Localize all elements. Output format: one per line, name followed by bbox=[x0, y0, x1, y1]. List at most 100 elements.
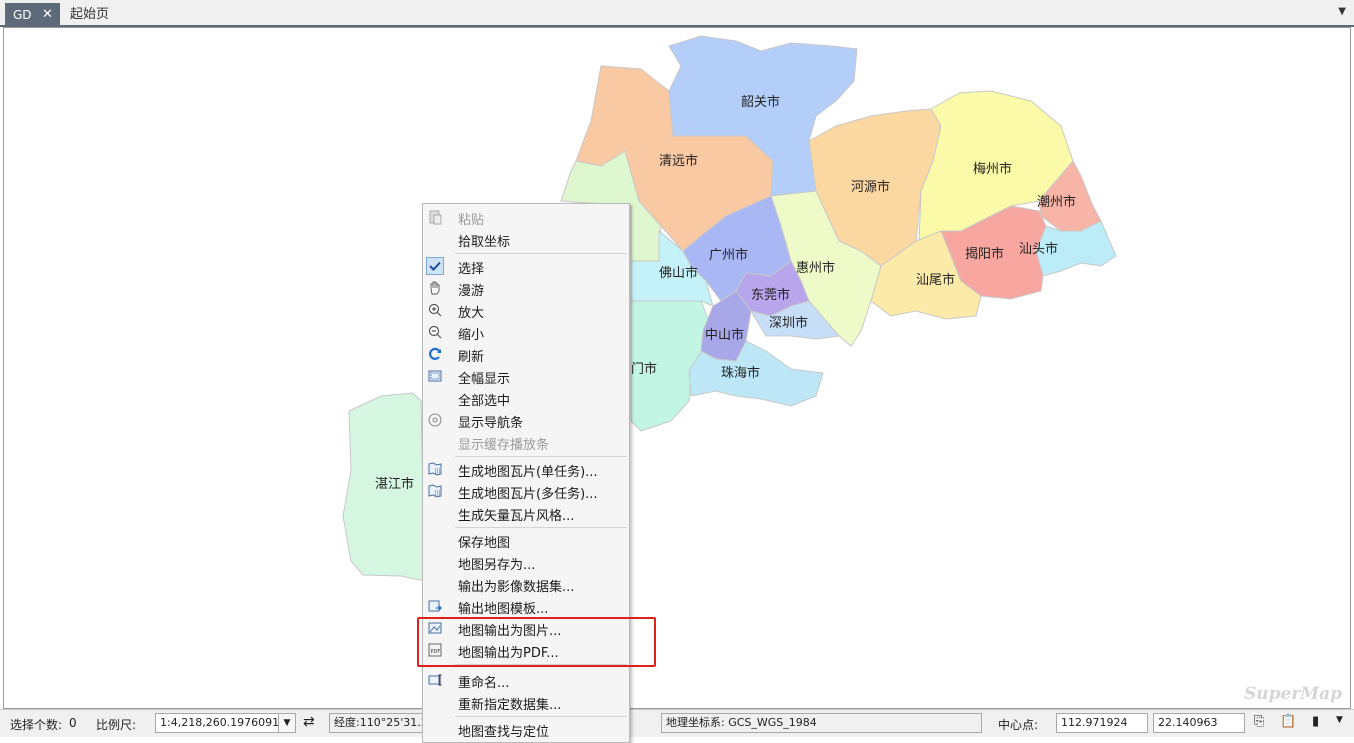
menu-item-vector-tile-style[interactable]: 生成矢量瓦片风格... bbox=[423, 502, 629, 524]
status-bar: 选择个数: 0 比例尺: 1:4,218,260.19760915 ▼ ⇄ 经度… bbox=[0, 709, 1354, 737]
menu-item-full-extent[interactable]: 全幅显示 bbox=[423, 365, 629, 387]
menu-item-export-image-dataset[interactable]: 输出为影像数据集... bbox=[423, 573, 629, 595]
menu-item-show-navigation[interactable]: 显示导航条 bbox=[423, 409, 629, 431]
city-label: 河源市 bbox=[851, 179, 890, 195]
city-label: 深圳市 bbox=[769, 315, 808, 331]
menu-item-label: 保存地图 bbox=[458, 536, 511, 551]
lock-icon[interactable]: ▮ bbox=[1312, 714, 1319, 729]
city-label: 东莞市 bbox=[751, 287, 790, 303]
tab-list-dropdown-icon[interactable]: ▼ bbox=[1338, 6, 1346, 17]
selected-count-label: 选择个数: bbox=[10, 718, 63, 732]
refresh-icon bbox=[428, 347, 442, 360]
city-label: 梅州市 bbox=[973, 161, 1012, 177]
menu-item-label: 缩小 bbox=[458, 328, 485, 343]
menu-item-label: 拾取坐标 bbox=[458, 235, 511, 250]
menu-item-label: 漫游 bbox=[458, 284, 485, 299]
menu-item-label: 放大 bbox=[458, 306, 485, 321]
tab-start-page[interactable]: 起始页 bbox=[70, 3, 109, 27]
menu-item-label: 输出地图模板... bbox=[458, 602, 549, 617]
menu-item-label: 重新指定数据集... bbox=[458, 698, 562, 713]
city-label: 珠海市 bbox=[721, 365, 760, 381]
menu-item-show-cache-player[interactable]: 显示缓存播放条 bbox=[423, 431, 629, 453]
menu-item-zoom-out[interactable]: 缩小 bbox=[423, 321, 629, 343]
menu-item-rename[interactable]: 重命名... bbox=[423, 669, 629, 691]
zoom-in-icon bbox=[428, 303, 442, 317]
menu-item-generate-tiles-single[interactable]: 生成地图瓦片(单任务)... bbox=[423, 458, 629, 480]
city-label: 清远市 bbox=[659, 153, 698, 169]
menu-separator bbox=[455, 527, 627, 528]
scale-label: 比例尺: bbox=[96, 718, 137, 732]
menu-separator bbox=[455, 716, 627, 717]
tab-start-page-label: 起始页 bbox=[70, 7, 110, 22]
selected-count-value: 0 bbox=[69, 716, 77, 730]
map-window[interactable]: 韶关市 清远市 河源市 梅州市 潮州市 揭阳市 汕头市 汕尾市 惠州市 广州市 … bbox=[3, 27, 1351, 709]
menu-item-label: 刷新 bbox=[458, 350, 485, 365]
city-label: 潮州市 bbox=[1037, 194, 1076, 210]
tab-close-icon[interactable]: ✕ bbox=[42, 3, 53, 27]
menu-item-label: 重命名... bbox=[458, 676, 510, 691]
city-label: 汕头市 bbox=[1019, 241, 1058, 257]
menu-item-label: 选择 bbox=[458, 262, 485, 277]
city-label: 中山市 bbox=[705, 327, 744, 343]
status-dropdown-icon[interactable]: ▼ bbox=[1336, 715, 1343, 725]
menu-item-label: 生成地图瓦片(多任务)... bbox=[458, 487, 598, 502]
city-label: 湛江市 bbox=[375, 476, 414, 492]
check-icon bbox=[426, 257, 444, 275]
menu-item-generate-tiles-multi[interactable]: 生成地图瓦片(多任务)... bbox=[423, 480, 629, 502]
guangdong-map[interactable]: 韶关市 清远市 河源市 梅州市 潮州市 揭阳市 汕头市 汕尾市 惠州市 广州市 … bbox=[4, 28, 1351, 709]
tab-gd-label: GD bbox=[13, 8, 32, 22]
menu-item-select-all[interactable]: 全部选中 bbox=[423, 387, 629, 409]
city-label: 揭阳市 bbox=[965, 246, 1004, 262]
tile-multi-icon bbox=[428, 484, 442, 498]
city-label: 广州市 bbox=[709, 247, 748, 263]
crs-readout: 地理坐标系: GCS_WGS_1984 bbox=[661, 713, 982, 733]
menu-item-pan[interactable]: 漫游 bbox=[423, 277, 629, 299]
copy-icon[interactable]: ⎘ bbox=[1254, 714, 1264, 729]
menu-separator bbox=[455, 456, 627, 457]
menu-item-pick-coordinate[interactable]: 拾取坐标 bbox=[423, 228, 629, 250]
city-label: 惠州市 bbox=[796, 260, 835, 276]
menu-item-save-map[interactable]: 保存地图 bbox=[423, 529, 629, 551]
menu-item-reassign-dataset[interactable]: 重新指定数据集... bbox=[423, 691, 629, 713]
template-icon bbox=[428, 600, 442, 612]
paste-icon bbox=[429, 210, 442, 225]
scale-input[interactable]: 1:4,218,260.19760915 bbox=[155, 713, 279, 733]
menu-item-label: 全幅显示 bbox=[458, 372, 511, 387]
supermap-watermark-logo: SuperMap bbox=[1243, 684, 1342, 704]
center-y-input[interactable]: 22.140963 bbox=[1153, 713, 1245, 733]
menu-item-label: 显示导航条 bbox=[458, 416, 524, 431]
menu-item-paste[interactable]: 粘贴 bbox=[423, 206, 629, 228]
menu-item-refresh[interactable]: 刷新 bbox=[423, 343, 629, 365]
menu-item-label: 地图另存为... bbox=[458, 558, 536, 573]
menu-item-save-map-as[interactable]: 地图另存为... bbox=[423, 551, 629, 573]
swap-icon[interactable]: ⇄ bbox=[303, 714, 315, 730]
annotation-highlight-box bbox=[417, 617, 656, 667]
menu-item-label: 地图查找与定位 bbox=[458, 725, 550, 740]
zoom-out-icon bbox=[428, 325, 442, 339]
menu-item-label: 粘贴 bbox=[458, 213, 485, 228]
rename-icon bbox=[428, 674, 442, 686]
tab-gd[interactable]: GD ✕ bbox=[5, 3, 60, 27]
coordinate-readout: 经度:110°25'31.2 bbox=[329, 713, 423, 733]
city-label: 韶关市 bbox=[741, 94, 780, 110]
menu-item-label: 输出为影像数据集... bbox=[458, 580, 575, 595]
menu-item-label: 全部选中 bbox=[458, 394, 511, 409]
menu-item-label: 生成矢量瓦片风格... bbox=[458, 509, 575, 524]
full-extent-icon bbox=[428, 370, 442, 382]
menu-item-label: 生成地图瓦片(单任务)... bbox=[458, 465, 598, 480]
city-label: 汕尾市 bbox=[916, 272, 955, 288]
menu-separator bbox=[455, 253, 627, 254]
menu-item-select[interactable]: 选择 bbox=[423, 255, 629, 277]
menu-item-export-map-template[interactable]: 输出地图模板... bbox=[423, 595, 629, 617]
city-label: 佛山市 bbox=[659, 265, 698, 281]
document-tab-bar: GD ✕ 起始页 ▼ bbox=[0, 0, 1354, 27]
paste-icon[interactable]: 📋 bbox=[1280, 714, 1296, 729]
menu-item-label: 显示缓存播放条 bbox=[458, 438, 550, 453]
hand-icon bbox=[430, 281, 440, 295]
menu-item-zoom-in[interactable]: 放大 bbox=[423, 299, 629, 321]
tile-icon bbox=[428, 462, 442, 476]
center-label: 中心点: bbox=[998, 718, 1039, 732]
navigation-icon bbox=[428, 413, 442, 427]
center-x-input[interactable]: 112.971924 bbox=[1056, 713, 1148, 733]
scale-dropdown-icon[interactable]: ▼ bbox=[278, 713, 296, 733]
